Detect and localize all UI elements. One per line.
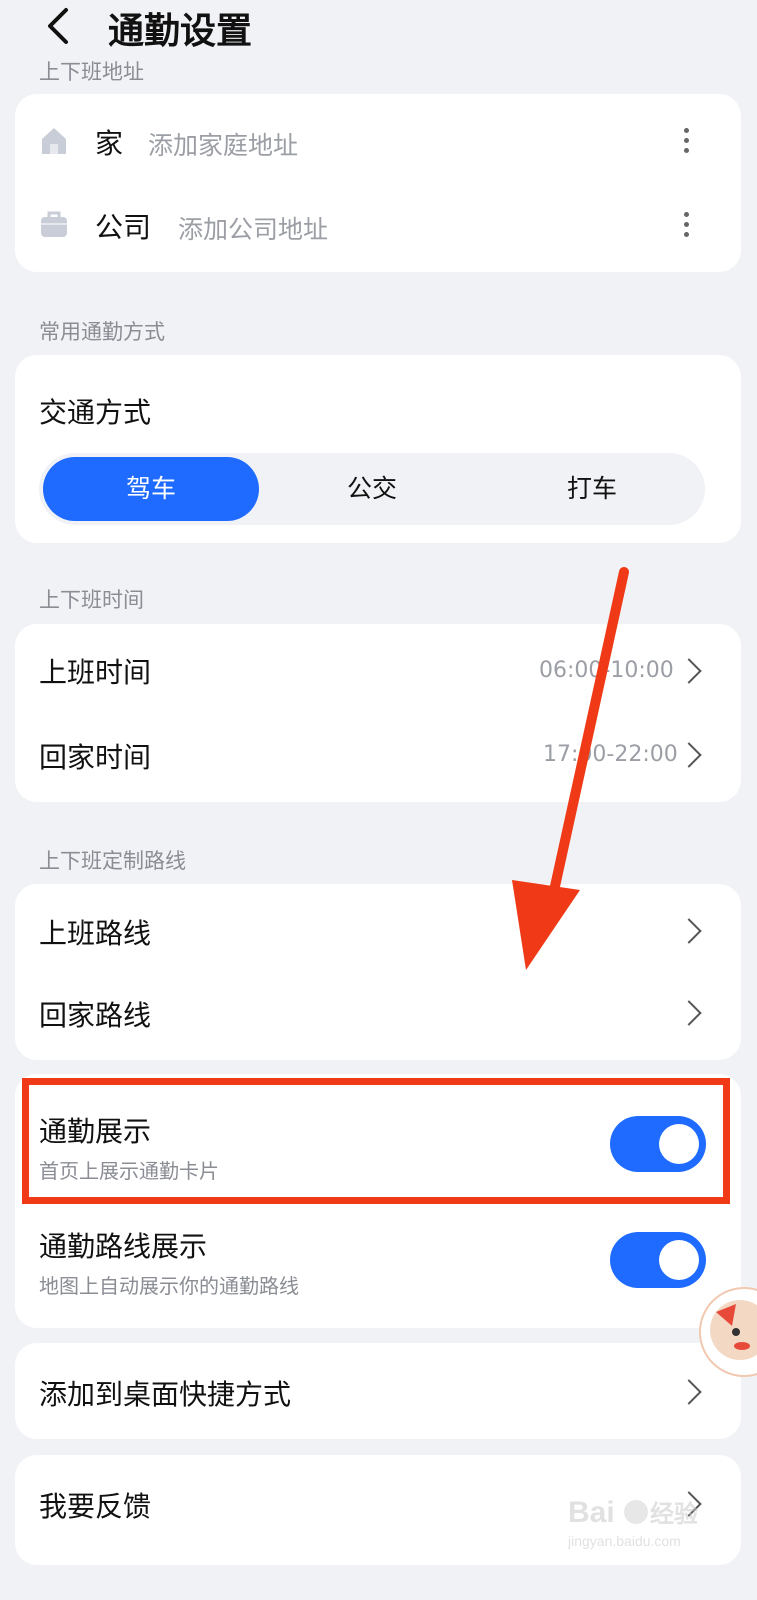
mascot-icon[interactable] <box>696 1282 757 1382</box>
highlight-box <box>22 1078 730 1204</box>
annotation-arrow-icon <box>512 567 629 970</box>
work-address-hint: 添加公司地址 <box>178 215 329 244</box>
route-display-row: 通勤路线展示 地图上自动展示你的通勤路线 <box>15 1200 741 1328</box>
work-row[interactable]: 公司 添加公司地址 <box>15 182 741 272</box>
shortcut-label: 添加到桌面快捷方式 <box>39 1378 292 1411</box>
address-card: 家 添加家庭地址 公司 添加公司地址 <box>15 94 741 272</box>
baidu-watermark-logo: Bai 经验 jingyan.baidu.com <box>567 1496 698 1549</box>
go-home-route-label: 回家路线 <box>39 999 152 1032</box>
briefcase-icon <box>41 211 67 237</box>
transport-card: 交通方式 驾车 公交 打车 <box>15 355 741 543</box>
work-more-icon[interactable] <box>684 212 690 242</box>
route-display-toggle[interactable] <box>610 1232 706 1288</box>
transport-option-bus[interactable]: 公交 <box>264 457 480 521</box>
chevron-right-icon <box>676 658 702 684</box>
home-icon <box>42 128 66 154</box>
route-display-subtitle: 地图上自动展示你的通勤路线 <box>39 1274 299 1298</box>
go-work-time-label: 上班时间 <box>39 656 152 689</box>
feedback-label: 我要反馈 <box>39 1490 152 1523</box>
page-title: 通勤设置 <box>108 11 253 52</box>
chevron-right-icon <box>676 1379 702 1405</box>
transport-option-drive[interactable]: 驾车 <box>43 457 259 521</box>
transport-title: 交通方式 <box>39 396 152 429</box>
section-label-routes: 上下班定制路线 <box>39 849 186 873</box>
home-row[interactable]: 家 添加家庭地址 <box>15 94 741 182</box>
shortcut-card[interactable]: 添加到桌面快捷方式 <box>15 1343 741 1439</box>
chevron-right-icon <box>676 742 702 768</box>
svg-text:jingyan.baidu.com: jingyan.baidu.com <box>567 1533 681 1549</box>
chevron-right-icon <box>676 1000 702 1026</box>
go-work-route-label: 上班路线 <box>39 917 152 950</box>
work-label: 公司 <box>95 211 152 244</box>
section-label-addresses: 上下班地址 <box>39 60 144 84</box>
go-home-time-label: 回家时间 <box>39 741 152 774</box>
go-home-route-row[interactable]: 回家路线 <box>15 972 741 1060</box>
transport-option-taxi[interactable]: 打车 <box>484 457 700 521</box>
svg-text:Bai: Bai <box>568 1496 615 1529</box>
toggle-knob <box>659 1240 699 1280</box>
header: 通勤设置 <box>0 0 757 60</box>
transport-segmented-control: 驾车 公交 打车 <box>39 453 705 525</box>
section-label-times: 上下班时间 <box>39 588 144 612</box>
chevron-right-icon <box>676 918 702 944</box>
svg-text:经验: 经验 <box>650 1500 698 1528</box>
home-more-icon[interactable] <box>684 128 690 158</box>
home-address-hint: 添加家庭地址 <box>148 131 299 160</box>
home-label: 家 <box>95 127 124 160</box>
back-arrow-icon[interactable] <box>40 6 74 46</box>
route-display-title: 通勤路线展示 <box>39 1230 208 1263</box>
section-label-transport: 常用通勤方式 <box>39 320 165 344</box>
